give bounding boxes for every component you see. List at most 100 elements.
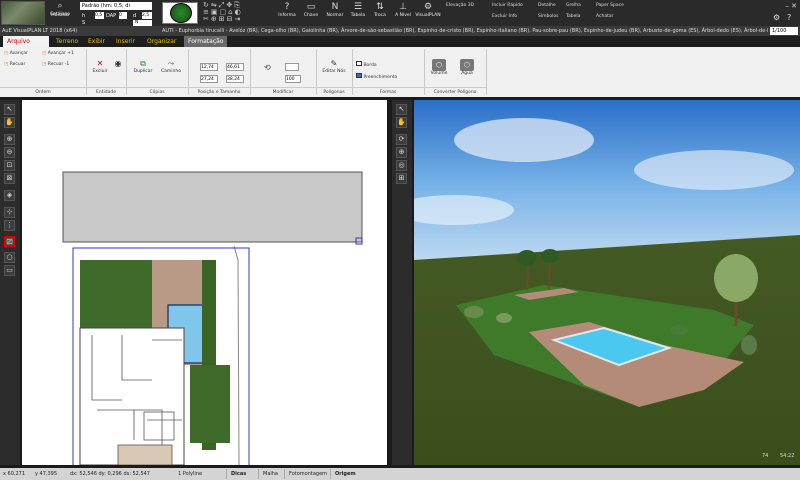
select-arrow-icon[interactable]: ↖ [4, 104, 15, 115]
zoom-extent-icon[interactable]: ⊠ [4, 173, 15, 184]
rotate-tool-icon[interactable]: ⟲ [264, 63, 271, 72]
scene-3d [414, 100, 800, 465]
status-malha-button[interactable]: Malha [258, 469, 282, 479]
separator [486, 49, 487, 95]
rect-tool-icon[interactable]: ▭ [4, 265, 15, 276]
polygon-edit-icon[interactable]: ⎚ [4, 236, 15, 247]
group-label-copias: Cópias [126, 87, 188, 96]
zoom-3d-icon[interactable]: ⊕ [396, 147, 407, 158]
palm-crown [541, 249, 559, 263]
water-icon: ⬡ [460, 59, 474, 71]
view-options: Elevação 3D Incluir Rápido Detalhe Grelh… [446, 2, 641, 24]
table-button[interactable]: ☰ Tabela [347, 2, 369, 24]
volume-button[interactable]: ⬡ Volume [428, 59, 450, 76]
view-3d[interactable]: 74 54:22 [414, 100, 800, 465]
grid-snap-icon[interactable]: ⋮ [4, 220, 15, 231]
edit-nodes-button[interactable]: ✎ Editar Nós [318, 59, 350, 74]
tab-inserir[interactable]: Inserir [112, 36, 139, 47]
circle-tool-icon[interactable]: ○ [4, 252, 15, 263]
field-d-input[interactable]: 2,5 [142, 12, 152, 19]
modify-value-input[interactable]: 100 [285, 75, 301, 83]
status-dicas-button[interactable]: Dicas [226, 469, 250, 479]
snap-icon[interactable]: ⊹ [4, 207, 15, 218]
tab-organizar[interactable]: Organizar [143, 36, 180, 47]
layers-icon[interactable]: ◈ [4, 190, 15, 201]
position-x-input[interactable]: 12,74 [200, 63, 218, 71]
pan-hand-icon[interactable]: ✋ [4, 117, 15, 128]
send-backward-button[interactable]: ◳ Recuar [4, 62, 40, 67]
height-input[interactable]: 38,24 [226, 75, 244, 83]
paper-space-button[interactable]: Paper Space [596, 3, 624, 8]
quick-include-button[interactable]: Incluir Rápido [492, 3, 523, 8]
exclude-info-button[interactable]: Excluir Info [492, 14, 517, 19]
duplicate-button[interactable]: ⧉ Duplicar [130, 59, 156, 74]
zoom-out-icon[interactable]: ⊖ [4, 147, 15, 158]
zoom-window-icon[interactable]: ⊡ [4, 160, 15, 171]
shrub [741, 335, 757, 355]
break-icon[interactable]: ✂ [203, 15, 211, 23]
join-icon[interactable]: ⊕ [211, 15, 219, 23]
troca-button[interactable]: ⇅ Troca [369, 2, 391, 24]
house-outline[interactable] [79, 327, 185, 465]
width-input[interactable]: 46,61 [226, 63, 244, 71]
visualplan-icon: ⚙ [423, 2, 433, 12]
extend-icon[interactable]: ⇥ [235, 15, 243, 23]
tab-exibir[interactable]: Exibir [84, 36, 109, 47]
field-h-input[interactable]: 0,5 [95, 12, 104, 19]
fill-checkbox[interactable]: Preenchimento [356, 73, 406, 80]
tab-arquivo[interactable]: Arquivo [3, 36, 49, 47]
water-button[interactable]: ⬡ Água [456, 59, 478, 76]
field-dap-input[interactable]: 0 [119, 12, 127, 19]
visualplan-button[interactable]: ⚙ VisualPLAN [415, 2, 441, 24]
trim-icon[interactable]: ⊟ [227, 15, 235, 23]
bring-forward-one-button[interactable]: ◰ Avançar +1 [42, 51, 84, 56]
tab-terreno[interactable]: Terreno [52, 36, 82, 47]
camera-icon[interactable]: ◎ [396, 160, 407, 171]
shrub [670, 325, 688, 335]
entity-toggle[interactable]: ◉ [112, 59, 124, 69]
status-fotomontagem-button[interactable]: Fotomontagem [284, 469, 331, 479]
fill-swatch-icon [356, 73, 362, 78]
offset-icon[interactable]: ⊞ [219, 15, 227, 23]
zoom-in-icon[interactable]: ⊕ [4, 134, 15, 145]
flatten-button[interactable]: Achatar [596, 14, 613, 19]
minimize-icon[interactable]: – [785, 2, 789, 10]
detail-button[interactable]: Detalhe [538, 3, 556, 8]
select-3d-icon[interactable]: ↖ [396, 104, 407, 115]
normal-button[interactable]: N Normar [323, 2, 347, 24]
pan-3d-icon[interactable]: ✋ [396, 117, 407, 128]
tab-formatacao[interactable]: Formatação [184, 36, 228, 47]
elevation-button[interactable]: Elevação 3D [446, 3, 474, 8]
chat-button[interactable]: ▭ Chave [299, 2, 323, 24]
orbit-icon[interactable]: ⟳ [396, 134, 407, 145]
help-icon[interactable]: ? [787, 13, 791, 22]
group-label-ordem: Ordem [0, 87, 86, 96]
ribbon: ◰ Avançar ◳ Recuar ◰ Avançar +1 ◳ Recuar… [0, 47, 800, 97]
plant-thumbnail[interactable] [1, 1, 45, 25]
delete-button[interactable]: ✕ Excluir [88, 59, 112, 74]
selected-polyline-rect[interactable] [62, 171, 363, 243]
border-checkbox[interactable]: Borda [356, 61, 396, 68]
border-swatch-icon [356, 61, 362, 66]
status-origem-button[interactable]: Origem [330, 469, 360, 479]
symbols-button[interactable]: Símbolos [538, 14, 558, 19]
plant-symbol-preview[interactable] [162, 2, 198, 24]
table2-button[interactable]: Tabela [566, 14, 580, 19]
render-icon[interactable]: ⊞ [396, 173, 407, 184]
status-coord-x: x 60,271 [3, 471, 26, 477]
zoom-select[interactable]: 1/100 [770, 27, 798, 35]
bring-forward-button[interactable]: ◰ Avançar [4, 51, 40, 56]
path-button[interactable]: ⤳ Caminho [158, 59, 184, 74]
grid-button[interactable]: Grelha [566, 3, 581, 8]
close-icon[interactable]: ✕ [791, 2, 797, 10]
modify-color-swatch[interactable] [285, 63, 299, 71]
send-backward-one-button[interactable]: ◳ Recuar -1 [42, 62, 84, 67]
nivel-button[interactable]: ⊥ A Nível [391, 2, 415, 24]
chat-icon: ▭ [306, 2, 316, 12]
tree-crown [714, 254, 758, 302]
plan-view[interactable] [22, 100, 387, 465]
settings-icon[interactable]: ⚙ [773, 13, 780, 22]
position-y-input[interactable]: 27,24 [200, 75, 218, 83]
info-button[interactable]: ? Informa [276, 2, 298, 24]
pattern-select[interactable]: Padrão (hm: 0,5; di [80, 2, 152, 10]
